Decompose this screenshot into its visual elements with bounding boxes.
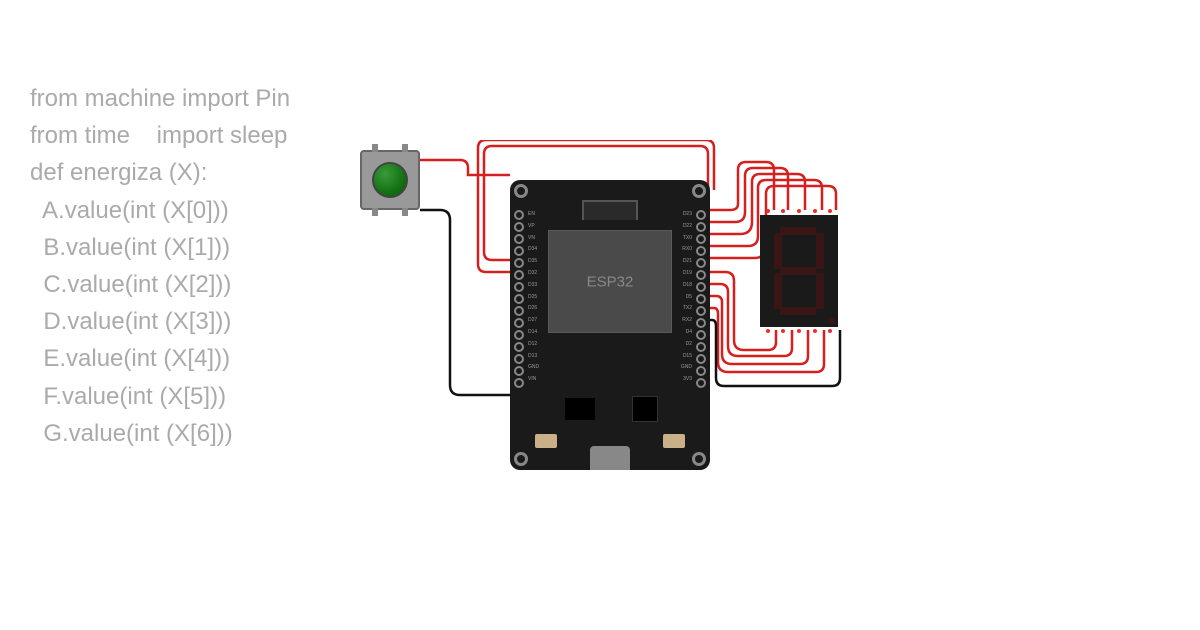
- code-block: from machine import Pin from time import…: [30, 80, 290, 452]
- segment-dp: [828, 317, 835, 324]
- display-pins-bottom: [760, 329, 838, 333]
- antenna-icon: [582, 200, 638, 220]
- segment-g: [780, 267, 817, 275]
- button-pin: [402, 144, 408, 152]
- code-line: C.value(int (X[2])): [30, 266, 290, 303]
- code-line: E.value(int (X[4])): [30, 340, 290, 377]
- segment-body: [774, 227, 824, 315]
- segment-d: [780, 307, 817, 315]
- seven-segment-display[interactable]: [760, 215, 838, 327]
- segment-a: [780, 227, 817, 235]
- button-cap: [372, 162, 408, 198]
- circuit-diagram: ESP32 ENVPVND34D35D32D33D25D26D27D14D12D…: [360, 140, 960, 490]
- segment-e: [774, 273, 782, 310]
- mount-hole: [692, 452, 706, 466]
- board-button-right[interactable]: [663, 434, 685, 448]
- code-line: D.value(int (X[3])): [30, 303, 290, 340]
- chip-label: ESP32: [587, 273, 634, 290]
- pin-header-right: [696, 210, 706, 388]
- code-line: from machine import Pin: [30, 80, 290, 117]
- board-button-left[interactable]: [535, 434, 557, 448]
- pin-labels-right: D23D22TX0RX0D21D19D18D5TX2RX2D4D2D15GND3…: [681, 210, 692, 383]
- regulator-ic: [565, 398, 595, 420]
- button-pin: [372, 208, 378, 216]
- code-line: def energiza (X):: [30, 154, 290, 191]
- display-pins-top: [760, 209, 838, 213]
- segment-f: [774, 233, 782, 270]
- usb-port-icon: [590, 446, 630, 470]
- code-line: B.value(int (X[1])): [30, 229, 290, 266]
- esp32-chip: ESP32: [548, 230, 672, 333]
- segment-b: [816, 233, 824, 270]
- pin-labels-left: ENVPVND34D35D32D33D25D26D27D14D12D13GNDV…: [528, 210, 539, 383]
- pin-header-left: [514, 210, 524, 388]
- segment-c: [816, 273, 824, 310]
- button-pin: [372, 144, 378, 152]
- push-button[interactable]: [360, 150, 420, 210]
- esp32-board[interactable]: ESP32 ENVPVND34D35D32D33D25D26D27D14D12D…: [510, 180, 710, 470]
- mount-hole: [692, 184, 706, 198]
- code-line: F.value(int (X[5])): [30, 378, 290, 415]
- code-line: A.value(int (X[0])): [30, 192, 290, 229]
- mount-hole: [514, 452, 528, 466]
- button-pin: [402, 208, 408, 216]
- code-line: G.value(int (X[6])): [30, 415, 290, 452]
- mount-hole: [514, 184, 528, 198]
- code-line: from time import sleep: [30, 117, 290, 154]
- usb-ic: [632, 396, 658, 422]
